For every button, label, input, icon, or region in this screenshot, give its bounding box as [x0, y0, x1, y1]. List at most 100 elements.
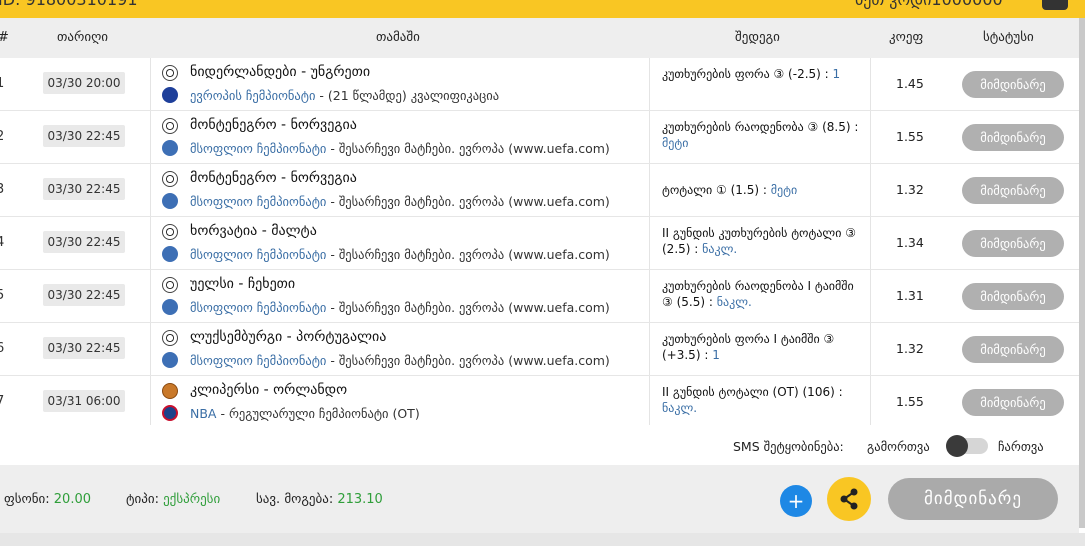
- market-text: კუთხურების რაოდენობა ③ (8.5) :: [662, 120, 859, 134]
- market-text: კუთხურების რაოდენობა I ტაიმში ③ (5.5) :: [662, 279, 854, 309]
- league-info: მსოფლიო ჩემპიონატი - შესარჩევი მატჩები. …: [190, 353, 610, 368]
- match-teams[interactable]: ლუქსემბურგი - პორტუგალია: [190, 329, 386, 345]
- sms-toggle[interactable]: [946, 435, 988, 457]
- status-button[interactable]: მიმდინარე: [888, 478, 1058, 520]
- divider: [649, 111, 650, 163]
- match-teams[interactable]: ნიდერლანდები - უნგრეთი: [190, 64, 370, 80]
- bet-rows: 1 03/30 20:00 ნიდერლანდები - უნგრეთი ევროპი…: [0, 58, 1079, 429]
- row-number: 7: [0, 394, 5, 409]
- league-detail: - შესარჩევი მატჩები. ევროპა (www.uefa.co…: [326, 141, 610, 156]
- euro-league-icon: [162, 87, 178, 103]
- status-badge[interactable]: მიმდინარე: [962, 336, 1064, 363]
- toggle-knob[interactable]: [946, 435, 968, 457]
- divider: [150, 111, 151, 163]
- league-name[interactable]: NBA: [190, 406, 216, 421]
- world-league-icon: [162, 352, 178, 368]
- soccer-ball-icon: [162, 277, 178, 293]
- world-league-icon: [162, 140, 178, 156]
- status-badge[interactable]: მიმდინარე: [962, 283, 1064, 310]
- sms-on-label[interactable]: ჩართვა: [998, 439, 1044, 454]
- status-badge[interactable]: მიმდინარე: [962, 124, 1064, 151]
- divider: [649, 58, 650, 110]
- odds-value: 1.34: [896, 235, 924, 250]
- divider: [870, 58, 871, 110]
- nba-league-icon: [162, 405, 178, 421]
- table-row[interactable]: 6 03/30 22:45 ლუქსემბურგი - პორტუგალია მსოფ…: [0, 323, 1079, 376]
- league-info: NBA - რეგულარული ჩემპიონატი (OT): [190, 406, 420, 421]
- status-badge[interactable]: მიმდინარე: [962, 389, 1064, 416]
- market-value: მეტი: [770, 183, 798, 197]
- match-teams[interactable]: კლიპერსი - ორლანდო: [190, 382, 347, 398]
- sms-off-label[interactable]: გამორთვა: [867, 439, 930, 454]
- ticket-icon[interactable]: [1042, 0, 1068, 10]
- league-info: მსოფლიო ჩემპიონატი - შესარჩევი მატჩები. …: [190, 194, 610, 209]
- market-value: 1: [832, 67, 841, 81]
- match-teams[interactable]: მონტენეგრო - ნორვეგია: [190, 170, 357, 186]
- row-number: 1: [0, 76, 5, 91]
- bet-market: კუთხურების ფორა I ტაიმში ③ (+3.5) : 1: [662, 331, 862, 363]
- league-detail: - (21 წლამდე) კვალიფიკაცია: [315, 88, 500, 103]
- table-row[interactable]: 3 03/30 22:45 მონტენეგრო - ნორვეგია მსოფლიო…: [0, 164, 1079, 217]
- league-name[interactable]: ევროპის ჩემპიონატი: [190, 88, 315, 103]
- soccer-ball-icon: [162, 118, 178, 134]
- world-league-icon: [162, 193, 178, 209]
- league-name[interactable]: მსოფლიო ჩემპიონატი: [190, 247, 326, 262]
- market-value: ნაკლ.: [662, 401, 698, 415]
- match-teams[interactable]: ხორვატია - მალტა: [190, 223, 317, 239]
- odds-value: 1.32: [896, 182, 924, 197]
- market-text: II გუნდის ტოტალი (OT) (106) :: [662, 385, 843, 399]
- share-icon[interactable]: [827, 477, 871, 521]
- divider: [150, 164, 151, 216]
- bet-footer: ფსონი: 20.00 ტიპი: ექსპრესი სავ. მოგება:…: [0, 465, 1079, 533]
- match-date: 03/30 22:45: [43, 231, 125, 253]
- league-name[interactable]: მსოფლიო ჩემპიონატი: [190, 353, 326, 368]
- type-label: ტიპი:: [126, 492, 164, 507]
- match-teams[interactable]: უელსი - ჩეხეთი: [190, 276, 295, 292]
- bet-market: II გუნდის ტოტალი (OT) (106) : ნაკლ.: [662, 384, 862, 416]
- market-value: ნაკლ.: [702, 242, 738, 256]
- odds-value: 1.32: [896, 341, 924, 356]
- table-row[interactable]: 5 03/30 22:45 უელსი - ჩეხეთი მსოფლიო ჩემპიო…: [0, 270, 1079, 323]
- match-date: 03/30 22:45: [43, 178, 125, 200]
- league-detail: - რეგულარული ჩემპიონატი (OT): [216, 406, 420, 421]
- divider: [649, 164, 650, 216]
- win-value: 213.10: [337, 492, 383, 507]
- type-value: ექსპრესი: [163, 492, 221, 507]
- match-date: 03/30 20:00: [43, 72, 125, 94]
- match-teams[interactable]: მონტენეგრო - ნორვეგია: [190, 117, 357, 133]
- market-value: ნაკლ.: [716, 295, 752, 309]
- row-number: 5: [0, 288, 5, 303]
- league-name[interactable]: მსოფლიო ჩემპიონატი: [190, 141, 326, 156]
- league-detail: - შესარჩევი მატჩები. ევროპა (www.uefa.co…: [326, 353, 610, 368]
- bet-market: კუთხურების რაოდენობა ③ (8.5) : მეტი: [662, 119, 862, 151]
- status-badge[interactable]: მიმდინარე: [962, 177, 1064, 204]
- league-name[interactable]: მსოფლიო ჩემპიონატი: [190, 194, 326, 209]
- league-name[interactable]: მსოფლიო ჩემპიონატი: [190, 300, 326, 315]
- odds-value: 1.31: [896, 288, 924, 303]
- odds-value: 1.45: [896, 76, 924, 91]
- table-row[interactable]: 1 03/30 20:00 ნიდერლანდები - უნგრეთი ევროპი…: [0, 58, 1079, 111]
- divider: [649, 376, 650, 428]
- league-detail: - შესარჩევი მატჩები. ევროპა (www.uefa.co…: [326, 247, 610, 262]
- match-date: 03/31 06:00: [43, 390, 125, 412]
- bet-code-text: ბეთ კოდი1000000: [855, 0, 1003, 9]
- row-number: 2: [0, 129, 5, 144]
- odds-value: 1.55: [896, 129, 924, 144]
- divider: [870, 270, 871, 322]
- plus-icon[interactable]: +: [780, 485, 812, 517]
- table-row[interactable]: 2 03/30 22:45 მონტენეგრო - ნორვეგია მსოფლიო…: [0, 111, 1079, 164]
- status-badge[interactable]: მიმდინარე: [962, 71, 1064, 98]
- status-badge[interactable]: მიმდინარე: [962, 230, 1064, 257]
- divider: [870, 323, 871, 375]
- league-info: მსოფლიო ჩემპიონატი - შესარჩევი მატჩები. …: [190, 247, 610, 262]
- row-number: 3: [0, 182, 5, 197]
- odds-value: 1.55: [896, 394, 924, 409]
- share-glyph: [840, 488, 858, 510]
- scrollbar[interactable]: [1079, 18, 1085, 528]
- match-date: 03/30 22:45: [43, 337, 125, 359]
- match-date: 03/30 22:45: [43, 125, 125, 147]
- league-detail: - შესარჩევი მატჩები. ევროპა (www.uefa.co…: [326, 194, 610, 209]
- sms-notification-bar: SMS შეტყობინება: გამორთვა ჩართვა: [0, 425, 1079, 465]
- table-row[interactable]: 4 03/30 22:45 ხორვატია - მალტა მსოფლიო ჩემპ…: [0, 217, 1079, 270]
- table-row[interactable]: 7 03/31 06:00 კლიპერსი - ორლანდო NBA - რეგუ…: [0, 376, 1079, 429]
